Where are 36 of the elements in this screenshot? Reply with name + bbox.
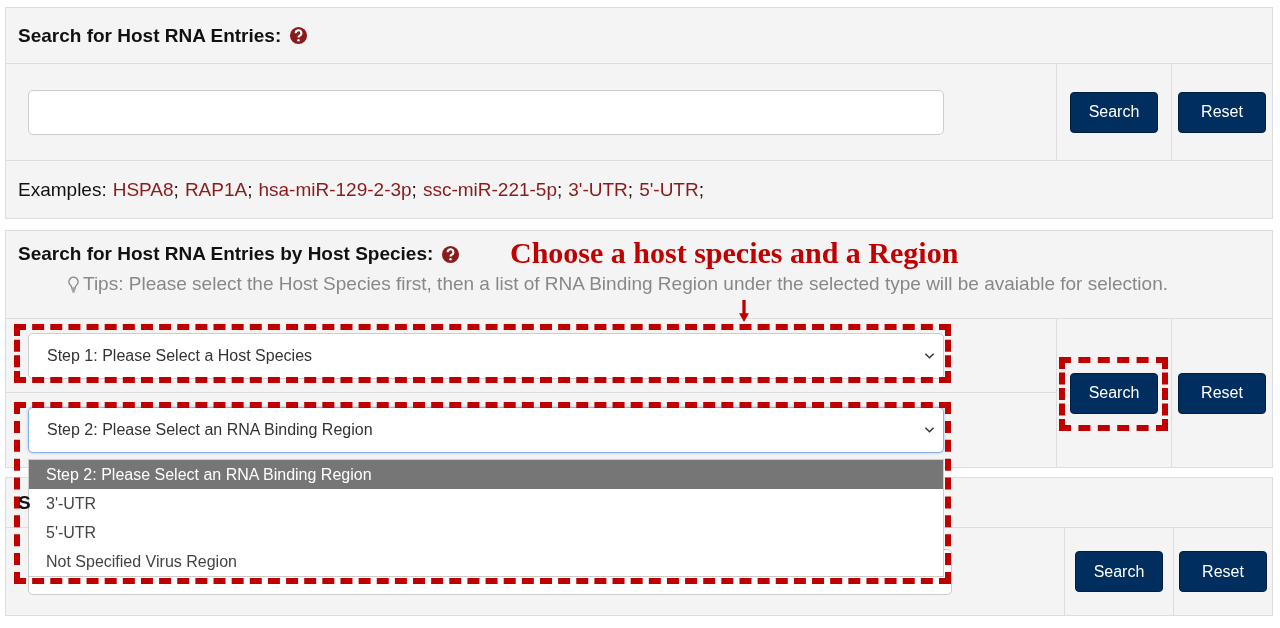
search-button[interactable]: Search xyxy=(1070,372,1158,414)
separator: ; xyxy=(557,178,563,200)
example-link[interactable]: HSPA8 xyxy=(112,178,174,200)
example-link[interactable]: hsa-miR-129-2-3p xyxy=(258,178,412,200)
annotation-text: Choose a host species and a Region xyxy=(510,236,959,270)
example-link[interactable]: RAP1A xyxy=(184,178,248,200)
dropdown-option[interactable]: Step 2: Please Select an RNA Binding Region xyxy=(29,460,943,489)
search-field[interactable] xyxy=(28,89,944,135)
dropdown-select[interactable]: Step 1: Please Select a Host Species xyxy=(28,332,944,379)
down-arrow-icon xyxy=(737,300,751,322)
separator: ; xyxy=(247,178,253,200)
reset-button[interactable]: Reset xyxy=(1178,91,1266,133)
separator: ; xyxy=(627,178,634,200)
reset-button[interactable]: Reset xyxy=(1178,372,1266,414)
example-link[interactable]: 5'-UTR xyxy=(639,178,699,200)
tip-text: Tips: Please select the Host Species first, then a list of RNA Binding Region under the selected type will be avaiable for selection. xyxy=(83,273,1168,295)
dropdown-option[interactable]: 5'-UTR xyxy=(29,518,943,547)
example-link[interactable]: 3'-UTR xyxy=(568,178,628,200)
help-icon xyxy=(289,26,309,45)
dropdown-select[interactable]: Step 2: Please Select an RNA Binding Region xyxy=(28,407,944,453)
example-link[interactable]: ssc-miR-221-5p xyxy=(422,178,557,200)
separator: ; xyxy=(698,178,704,200)
dropdown-option[interactable]: Not Specified Virus Region xyxy=(29,547,943,576)
panel-title: Search for Host RNA Entries: xyxy=(18,24,282,47)
search-button[interactable]: Search xyxy=(1070,91,1158,133)
lightbulb-icon xyxy=(68,275,79,293)
dropdown-option[interactable]: 3'-UTR xyxy=(29,489,943,518)
separator: ; xyxy=(411,178,417,200)
search-button[interactable]: Search xyxy=(1075,551,1163,592)
separator: ; xyxy=(173,178,179,200)
help-icon xyxy=(441,244,461,264)
panel-title: Search for Host RNA Entries by Host Species: xyxy=(18,243,434,265)
reset-button[interactable]: Reset xyxy=(1179,551,1267,592)
chevron-down-icon xyxy=(924,351,935,360)
examples-label: Examples: xyxy=(18,178,107,201)
chevron-down-icon xyxy=(924,426,935,434)
